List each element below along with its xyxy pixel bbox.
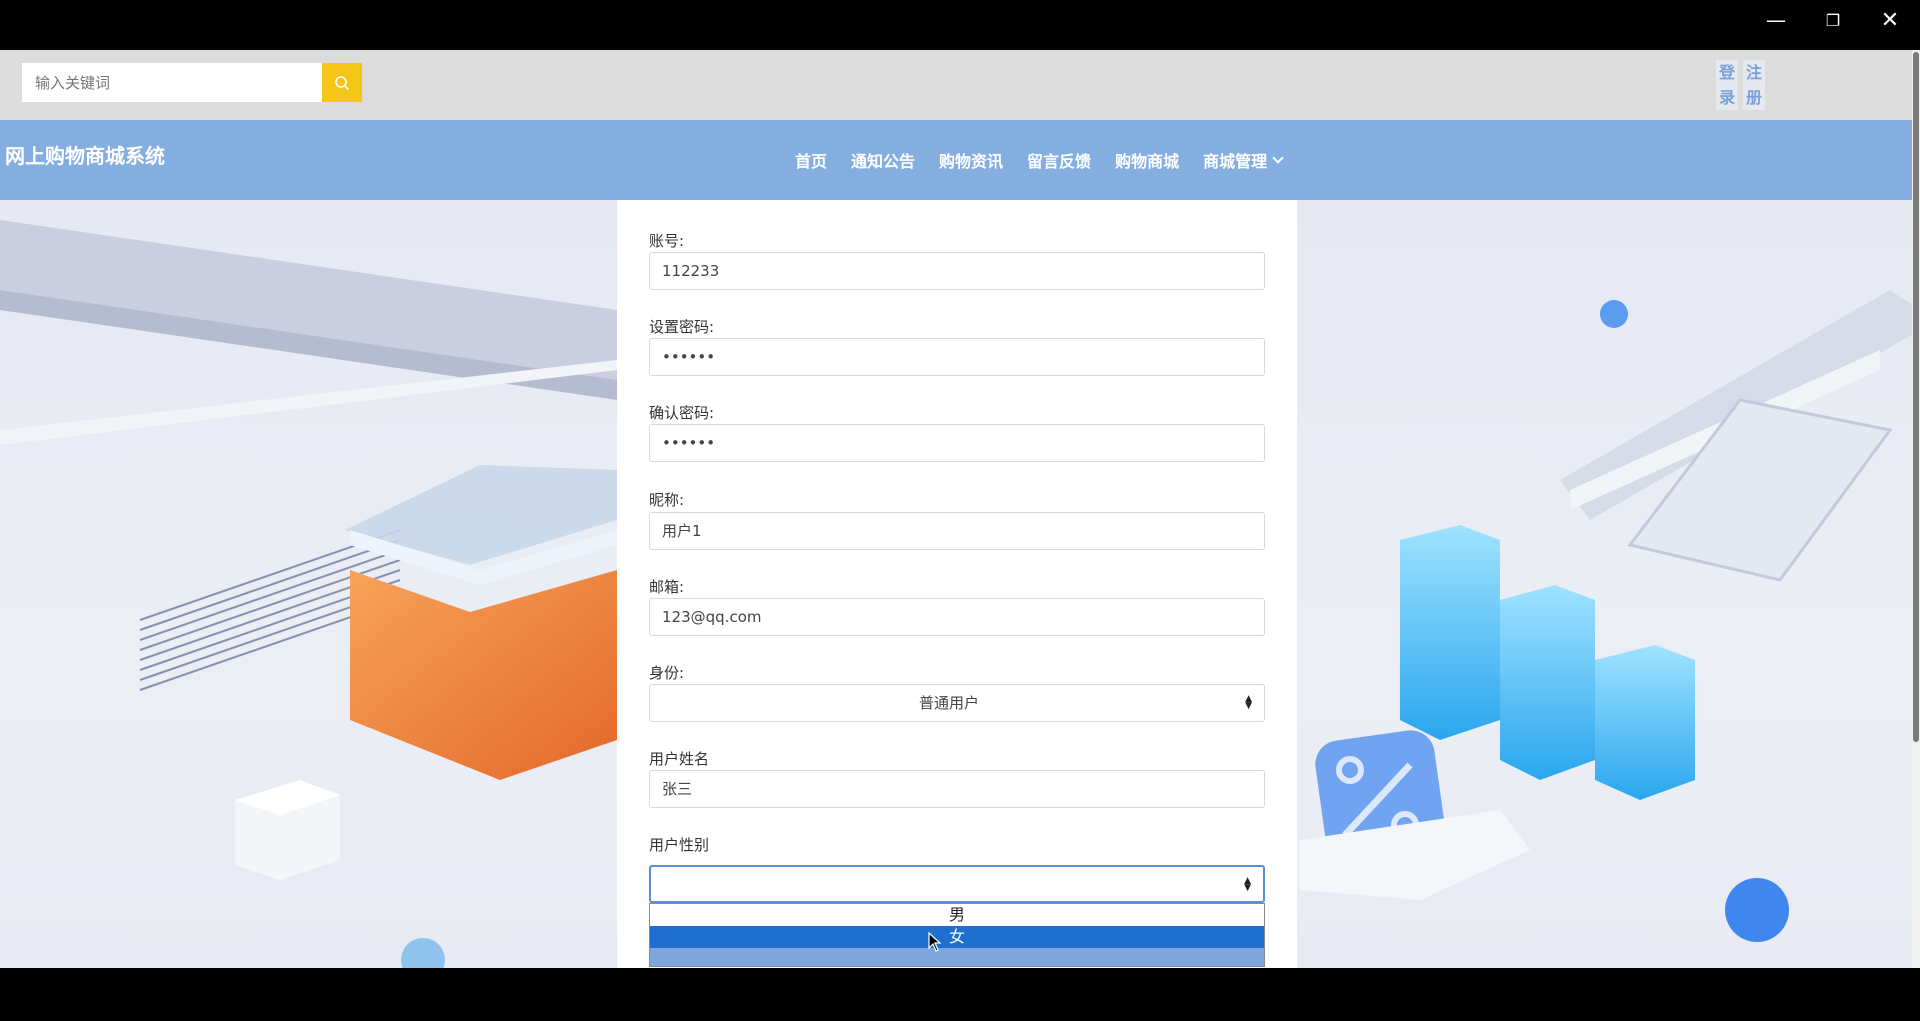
nickname-label: 昵称: <box>649 491 685 509</box>
role-label: 身份: <box>649 664 685 682</box>
gender-option-male[interactable]: 男 <box>650 904 1264 926</box>
role-select-value: 普通用户 <box>918 694 979 712</box>
search-input[interactable] <box>22 63 322 102</box>
main-nav: 首页 通知公告 购物资讯 留言反馈 购物商城 商城管理 <box>795 148 1306 172</box>
navbar: 网上购物商城系统 首页 通知公告 购物资讯 留言反馈 购物商城 商城管理 <box>0 120 1920 200</box>
search-icon <box>335 75 350 90</box>
login-link[interactable]: 登录 <box>1716 60 1738 110</box>
account-field[interactable]: 112233 <box>649 252 1265 290</box>
maximize-button[interactable]: ❐ <box>1805 0 1861 40</box>
real-name-field[interactable]: 张三 <box>649 770 1265 808</box>
select-arrows-icon: ▲ ▼ <box>1245 694 1252 711</box>
gender-select[interactable]: ▲ ▼ <box>649 865 1265 903</box>
scrollbar-thumb[interactable] <box>1913 52 1919 742</box>
gender-label: 用户性别 <box>649 836 710 854</box>
gender-dropdown: 男 女 <box>649 903 1265 967</box>
search-button[interactable] <box>322 63 362 102</box>
nav-mall-admin-label: 商城管理 <box>1203 152 1268 171</box>
close-button[interactable]: ✕ <box>1862 0 1918 40</box>
email-field[interactable]: 123@qq.com <box>649 598 1265 636</box>
gender-option-female[interactable]: 女 <box>650 926 1264 948</box>
password-field[interactable]: •••••• <box>649 338 1265 376</box>
account-label: 账号: <box>649 232 685 250</box>
top-bar: 登录 注册 <box>0 50 1920 120</box>
confirm-password-label: 确认密码: <box>649 404 715 422</box>
window-titlebar: — ❐ ✕ <box>0 0 1920 50</box>
nav-notices[interactable]: 通知公告 <box>851 148 915 172</box>
bottom-bar <box>0 968 1920 1021</box>
real-name-label: 用户姓名 <box>649 750 710 768</box>
nav-mall[interactable]: 购物商城 <box>1115 148 1179 172</box>
nav-shopping-news[interactable]: 购物资讯 <box>939 148 1003 172</box>
nickname-field[interactable]: 用户1 <box>649 512 1265 550</box>
chevron-down-icon <box>1272 151 1284 164</box>
password-label: 设置密码: <box>649 318 715 336</box>
register-form: 账号: 112233 设置密码: •••••• 确认密码: •••••• 昵称:… <box>617 200 1297 968</box>
page: 登录 注册 网上购物商城系统 首页 通知公告 购物资讯 留言反馈 购物商城 商城… <box>0 50 1920 968</box>
select-arrows-icon: ▲ ▼ <box>1244 876 1251 893</box>
minimize-button[interactable]: — <box>1748 0 1804 40</box>
confirm-password-field[interactable]: •••••• <box>649 424 1265 462</box>
nav-mall-admin[interactable]: 商城管理 <box>1203 148 1284 172</box>
dropdown-overflow <box>650 948 1264 966</box>
mouse-cursor-icon <box>928 932 942 952</box>
nav-feedback[interactable]: 留言反馈 <box>1027 148 1091 172</box>
register-link[interactable]: 注册 <box>1743 60 1765 110</box>
email-label: 邮箱: <box>649 578 685 596</box>
role-select[interactable]: 普通用户 ▲ ▼ <box>649 684 1265 722</box>
site-title: 网上购物商城系统 <box>5 144 165 168</box>
nav-home[interactable]: 首页 <box>795 148 827 172</box>
